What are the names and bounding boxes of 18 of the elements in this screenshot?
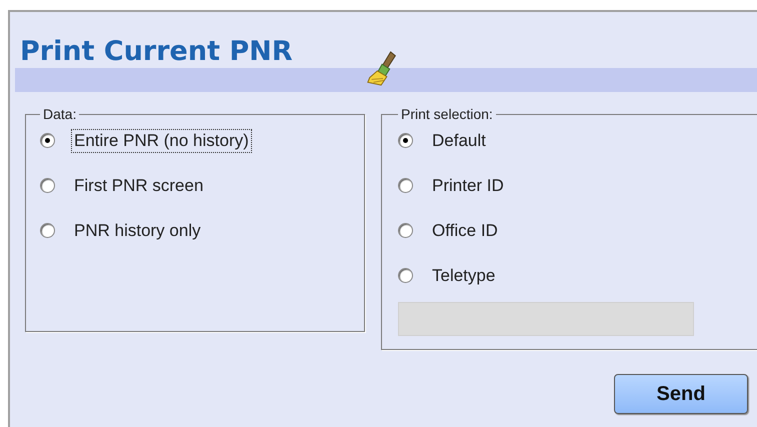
group-legend: Data:	[40, 106, 80, 122]
option-label: Teletype	[431, 264, 496, 286]
group-legend: Print selection:	[398, 106, 496, 122]
option-label: Entire PNR (no history)	[71, 128, 252, 152]
option-label: Office ID	[431, 220, 499, 242]
page-title: Print Current PNR	[20, 35, 293, 68]
radio-button[interactable]	[40, 223, 55, 238]
radio-button[interactable]	[398, 178, 413, 193]
radio-button[interactable]	[40, 178, 55, 193]
option-label: PNR history only	[73, 220, 202, 242]
option-label: Printer ID	[431, 174, 505, 196]
radio-button[interactable]	[398, 133, 413, 148]
radio-button[interactable]	[398, 223, 413, 238]
option-label: Default	[431, 130, 487, 152]
option-label: First PNR screen	[73, 174, 204, 196]
radio-button[interactable]	[40, 133, 55, 148]
radio-button[interactable]	[398, 268, 413, 283]
send-button[interactable]: Send	[614, 374, 748, 414]
